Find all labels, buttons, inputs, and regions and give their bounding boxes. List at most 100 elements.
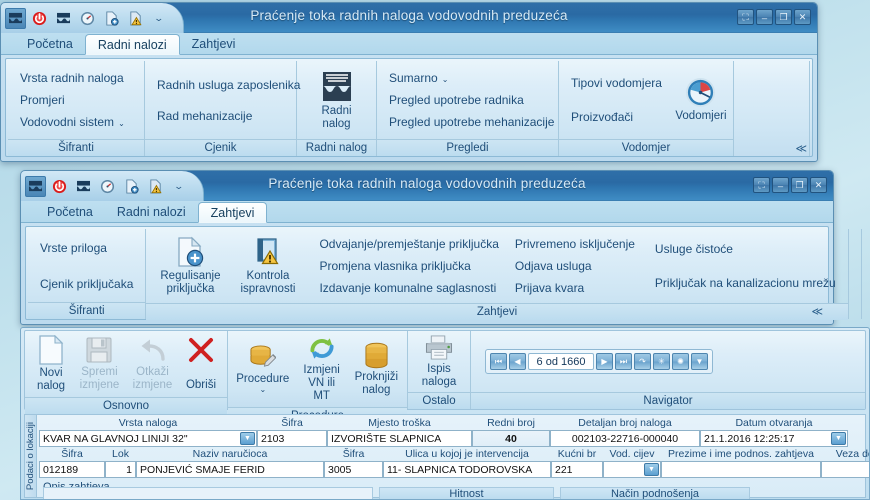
menu-prikljucak-na-kanalizacionu-mrezu[interactable]: Priključak na kanalizacionu mrežu — [649, 272, 842, 294]
tab-zahtjevi[interactable]: Zahtjevi — [197, 202, 268, 223]
menu-vodovodni-sistem[interactable]: Vodovodni sistem ⌄ — [14, 111, 131, 133]
menu-rad-mehanizacije[interactable]: Rad mehanizacije — [151, 105, 306, 127]
opis-zahtjeva-box[interactable] — [43, 487, 373, 499]
ribbon-group-pregledi: Sumarno ⌄ Pregled upotrebe radnika Pregle… — [377, 61, 559, 156]
form-field-value: PONJEVIĆ SMAJE FERID — [140, 463, 265, 476]
navigator-bar[interactable]: ⏮ ◀ 6 od 1660 ▶ ⏭ ↷ ✳ ✺ ▼ — [485, 349, 713, 374]
form-field-input[interactable]: 012189 — [39, 461, 105, 478]
form-field-input[interactable]: 11- SLAPNICA TODOROVSKA — [383, 461, 551, 478]
side-tab-label: Podaci o lokaciji — [25, 421, 36, 491]
button-novi-nalog[interactable]: Novi nalog — [29, 333, 73, 395]
form-field-input[interactable]: 3005 — [324, 461, 383, 478]
menu-proizvodaci[interactable]: Proizvođači — [565, 106, 668, 128]
form-field-input[interactable]: 221 — [551, 461, 603, 478]
form-field-input[interactable]: 2103 — [257, 430, 327, 447]
maximize-button[interactable]: ❐ — [791, 177, 808, 193]
button-otkazi-izmjene[interactable]: Otkaži izmjene — [126, 334, 179, 394]
menu-tipovi-vodomjera[interactable]: Tipovi vodomjera — [565, 72, 668, 94]
button-spremi-izmjene[interactable]: Spremi izmjene — [73, 334, 126, 394]
window2-controls[interactable]: ⛶ _ ❐ ✕ — [753, 177, 827, 193]
form-field-input[interactable]: PONJEVIĆ SMAJE FERID — [136, 461, 324, 478]
nav-first-button[interactable]: ⏮ — [490, 353, 507, 370]
menu-usluge-cistoce[interactable]: Usluge čistoće — [649, 238, 842, 260]
form-field-label: Detaljan broj naloga — [578, 417, 672, 429]
menu-pregled-upotrebe-radnika[interactable]: Pregled upotrebe radnika — [383, 89, 560, 111]
form-field-input[interactable]: 21.1.2016 12:25:17 ▼ — [700, 430, 848, 447]
window2-tabstrip[interactable]: Početna Radni nalozi Zahtjevi — [21, 201, 833, 223]
form-field-input[interactable] — [821, 461, 869, 478]
button-ispis-naloga[interactable]: Ispis naloga — [414, 332, 465, 391]
chevron-down-icon[interactable]: ▼ — [831, 432, 846, 445]
button-kontrola-ispravnosti[interactable]: Kontrola ispravnosti — [232, 234, 303, 298]
form-field-input[interactable]: 1 — [105, 461, 136, 478]
menu-pregled-upotrebe-mehanizacije[interactable]: Pregled upotrebe mehanizacije — [383, 111, 560, 133]
menu-radnih-usluga-zaposlenika[interactable]: Radnih usluga zaposlenika — [151, 74, 306, 96]
window2-titlebar[interactable]: ⌄ Praćenje toka radnih naloga vodovodnih… — [21, 171, 833, 201]
menu-sumarno[interactable]: Sumarno ⌄ — [383, 67, 560, 89]
nav-next-button[interactable]: ▶ — [596, 353, 613, 370]
form-field-label: Kućni br — [557, 448, 597, 460]
close-button[interactable]: ✕ — [810, 177, 827, 193]
save-icon — [86, 337, 112, 363]
tab-zahtjevi[interactable]: Zahtjevi — [180, 33, 248, 54]
minimize-button[interactable]: _ — [772, 177, 789, 193]
ribbon-collapse-button-1[interactable]: ≪ — [795, 142, 807, 155]
menu-privremeno-iskljucenje[interactable]: Privremeno isključenje — [509, 233, 641, 255]
nav-last-button[interactable]: ⏭ — [615, 353, 632, 370]
menu-vrste-priloga[interactable]: Vrste priloga — [34, 237, 139, 259]
window-zahtjevi[interactable]: ⌄ Praćenje toka radnih naloga vodovodnih… — [20, 170, 862, 325]
chevron-down-icon[interactable]: ▼ — [240, 432, 255, 445]
menu-promjeri[interactable]: Promjeri — [14, 89, 131, 111]
nav-refresh-button[interactable]: ↷ — [634, 353, 651, 370]
desktop-root: ⌄ Praćenje toka radnih naloga vodovodnih… — [0, 0, 870, 500]
button-procedure[interactable]: Procedure ⌄ — [232, 342, 294, 396]
form-field-label: Prezime i ime podnos. zahtjeva — [668, 448, 814, 460]
menu-odvajanje-premjestanje-prikljucka[interactable]: Odvajanje/premještanje priključka — [313, 233, 504, 255]
window1-titlebar[interactable]: ⌄ Praćenje toka radnih naloga vodovodnih… — [1, 3, 817, 33]
window1-controls[interactable]: ⛶ _ ❐ ✕ — [737, 9, 811, 25]
button-radni-nalog[interactable]: Radni nalog — [310, 68, 364, 133]
form-field-input[interactable]: 40 — [472, 430, 550, 447]
group-hitnost-label: Hitnost — [449, 488, 484, 499]
button-regulisanje-prikljucka[interactable]: Regulisanje priključka — [152, 234, 228, 298]
window-radni-nalozi[interactable]: ⌄ Praćenje toka radnih naloga vodovodnih… — [0, 2, 818, 162]
chevron-down-icon[interactable]: ▼ — [644, 463, 659, 476]
nav-filter-button[interactable]: ▼ — [691, 353, 708, 370]
chevron-down-icon[interactable]: ⌄ — [259, 386, 266, 394]
side-tab-podaci-o-lokaciji[interactable]: Podaci o lokaciji — [25, 415, 37, 497]
close-button[interactable]: ✕ — [794, 9, 811, 25]
group-nacin-podnosenja[interactable]: Način podnošenja — [560, 487, 750, 499]
menu-cjenik-prikljucaka[interactable]: Cjenik priključaka — [34, 273, 139, 295]
button-kontrola-ispravnosti-label: Kontrola ispravnosti — [240, 270, 296, 295]
maximize-button[interactable]: ❐ — [775, 9, 792, 25]
nav-add-button[interactable]: ✳ — [653, 353, 670, 370]
form-field-4: Detaljan broj naloga 002103-22716-000040 — [550, 417, 700, 447]
minimize-button[interactable]: _ — [756, 9, 773, 25]
group-hitnost[interactable]: Hitnost — [379, 487, 554, 499]
button-vodomjeri[interactable]: Vodomjeri — [674, 75, 728, 125]
menu-promjena-vlasnika-prikljucka[interactable]: Promjena vlasnika priključka — [313, 255, 504, 277]
ribbon-group-vodomjer: Tipovi vodomjera Proizvođači Vodomjeri V… — [559, 61, 734, 156]
button-izmjeni-vn-ili-mt[interactable]: Izmjeni VN ili MT — [294, 333, 350, 405]
menu-odjava-usluga[interactable]: Odjava usluga — [509, 255, 641, 277]
restore-small-button[interactable]: ⛶ — [737, 9, 754, 25]
form-field-input[interactable]: IZVORIŠTE SLAPNICA — [327, 430, 472, 447]
form-field-input[interactable]: KVAR NA GLAVNOJ LINIJI 32" ▼ — [39, 430, 257, 447]
tab-pocetna[interactable]: Početna — [35, 201, 105, 222]
ribbon-collapse-button-2[interactable]: ≪ — [811, 305, 823, 318]
form-field-input[interactable]: ▼ — [603, 461, 661, 478]
tab-pocetna[interactable]: Početna — [15, 33, 85, 54]
tab-radni-nalozi[interactable]: Radni nalozi — [84, 34, 180, 55]
form-field-input[interactable] — [661, 461, 821, 478]
button-proknjizi-nalog[interactable]: Proknjiži nalog — [350, 340, 403, 399]
restore-small-button[interactable]: ⛶ — [753, 177, 770, 193]
menu-prijava-kvara[interactable]: Prijava kvara — [509, 277, 641, 299]
form-field-input[interactable]: 002103-22716-000040 — [550, 430, 700, 447]
nav-prev-button[interactable]: ◀ — [509, 353, 526, 370]
button-obrisi[interactable]: Obriši — [179, 334, 223, 394]
tab-radni-nalozi[interactable]: Radni nalozi — [105, 201, 198, 222]
nav-star-button[interactable]: ✺ — [672, 353, 689, 370]
menu-vrsta-radnih-naloga[interactable]: Vrsta radnih naloga — [14, 67, 131, 89]
window1-tabstrip[interactable]: Početna Radni nalozi Zahtjevi — [1, 33, 817, 55]
menu-izdavanje-komunalne-saglasnosti[interactable]: Izdavanje komunalne saglasnosti — [313, 277, 504, 299]
